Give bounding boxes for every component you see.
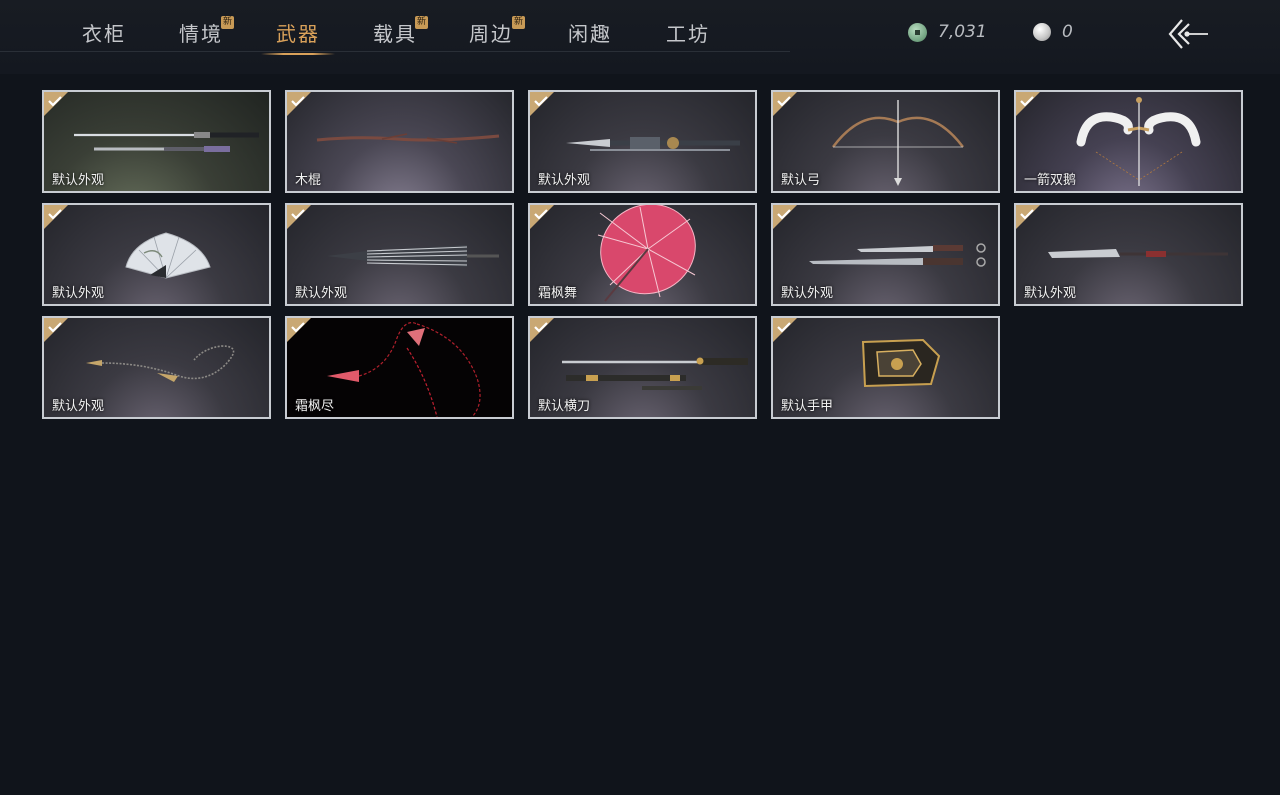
- back-button[interactable]: [1164, 16, 1212, 52]
- pearl-currency: 0: [1033, 20, 1073, 44]
- back-arrow-icon: [1168, 19, 1208, 49]
- weapon-name: 默认手甲: [781, 399, 834, 414]
- tab-label: 武器: [276, 22, 320, 46]
- weapon-card[interactable]: 默认外观: [528, 90, 757, 193]
- weapon-name: 默认外观: [52, 286, 105, 301]
- weapon-name: 默认外观: [52, 399, 105, 414]
- tab-weapons[interactable]: 武器: [258, 18, 338, 55]
- weapon-name: 默认弓: [781, 173, 821, 188]
- weapon-name: 默认外观: [1024, 286, 1077, 301]
- equipped-check-icon: [530, 92, 554, 116]
- weapon-card[interactable]: 霜枫舞: [528, 203, 757, 306]
- equipped-check-icon: [287, 318, 311, 342]
- weapon-card[interactable]: 默认外观: [42, 90, 271, 193]
- equipped-check-icon: [287, 205, 311, 229]
- pearl-icon: [1033, 23, 1051, 41]
- weapon-card[interactable]: 默认手甲: [771, 316, 1000, 419]
- weapon-name: 默认外观: [781, 286, 834, 301]
- equipped-check-icon: [773, 92, 797, 116]
- weapon-card[interactable]: 默认外观: [1014, 203, 1243, 306]
- equipped-check-icon: [44, 318, 68, 342]
- weapon-name: 默认外观: [295, 286, 348, 301]
- equipped-check-icon: [773, 205, 797, 229]
- tab-leisure[interactable]: 闲趣: [550, 18, 630, 52]
- tab-label: 衣柜: [82, 22, 126, 46]
- tab-label: 周边: [469, 22, 513, 46]
- equipped-check-icon: [530, 205, 554, 229]
- jade-coin-icon: [908, 22, 927, 42]
- weapon-card[interactable]: 默认外观: [285, 203, 514, 306]
- equipped-check-icon: [44, 205, 68, 229]
- new-badge: 新: [415, 16, 428, 29]
- weapon-name: 霜枫舞: [538, 286, 578, 301]
- tab-workshop[interactable]: 工坊: [648, 18, 728, 52]
- tab-vehicles[interactable]: 载具新: [355, 16, 435, 52]
- weapon-name: 木棍: [295, 173, 322, 188]
- weapon-name: 默认外观: [52, 173, 105, 188]
- category-tabs: 衣柜 情境新 武器 载具新 周边新 闲趣 工坊: [0, 0, 790, 55]
- weapon-name: 一箭双鹅: [1024, 173, 1077, 188]
- weapon-name: 默认外观: [538, 173, 591, 188]
- equipped-check-icon: [530, 318, 554, 342]
- weapon-card[interactable]: 默认弓: [771, 90, 1000, 193]
- new-badge: 新: [512, 16, 525, 29]
- weapon-card[interactable]: 木棍: [285, 90, 514, 193]
- equipped-check-icon: [287, 92, 311, 116]
- top-bar: 衣柜 情境新 武器 载具新 周边新 闲趣 工坊 7,031 0: [0, 0, 1280, 74]
- equipped-check-icon: [1016, 205, 1040, 229]
- equipped-check-icon: [1016, 92, 1040, 116]
- weapon-card[interactable]: 默认横刀: [528, 316, 757, 419]
- weapon-card[interactable]: 霜枫尽: [285, 316, 514, 419]
- weapon-card[interactable]: 默认外观: [42, 316, 271, 419]
- weapon-card[interactable]: 默认外观: [771, 203, 1000, 306]
- equipped-check-icon: [773, 318, 797, 342]
- weapon-card[interactable]: 一箭双鹅: [1014, 90, 1243, 193]
- tab-wardrobe[interactable]: 衣柜: [64, 18, 144, 52]
- jade-amount: 7,031: [938, 22, 987, 42]
- weapon-card[interactable]: 默认外观: [42, 203, 271, 306]
- tab-label: 情境: [179, 22, 223, 46]
- tab-merch[interactable]: 周边新: [451, 16, 531, 52]
- new-badge: 新: [221, 16, 234, 29]
- equipped-check-icon: [44, 92, 68, 116]
- tab-scenes[interactable]: 情境新: [161, 16, 241, 52]
- tab-label: 载具: [373, 22, 417, 46]
- jade-currency: 7,031: [908, 20, 987, 44]
- weapon-name: 霜枫尽: [295, 399, 335, 414]
- tab-label: 工坊: [666, 22, 710, 46]
- weapon-name: 默认横刀: [538, 399, 591, 414]
- pearl-amount: 0: [1062, 22, 1073, 42]
- tab-label: 闲趣: [568, 22, 612, 46]
